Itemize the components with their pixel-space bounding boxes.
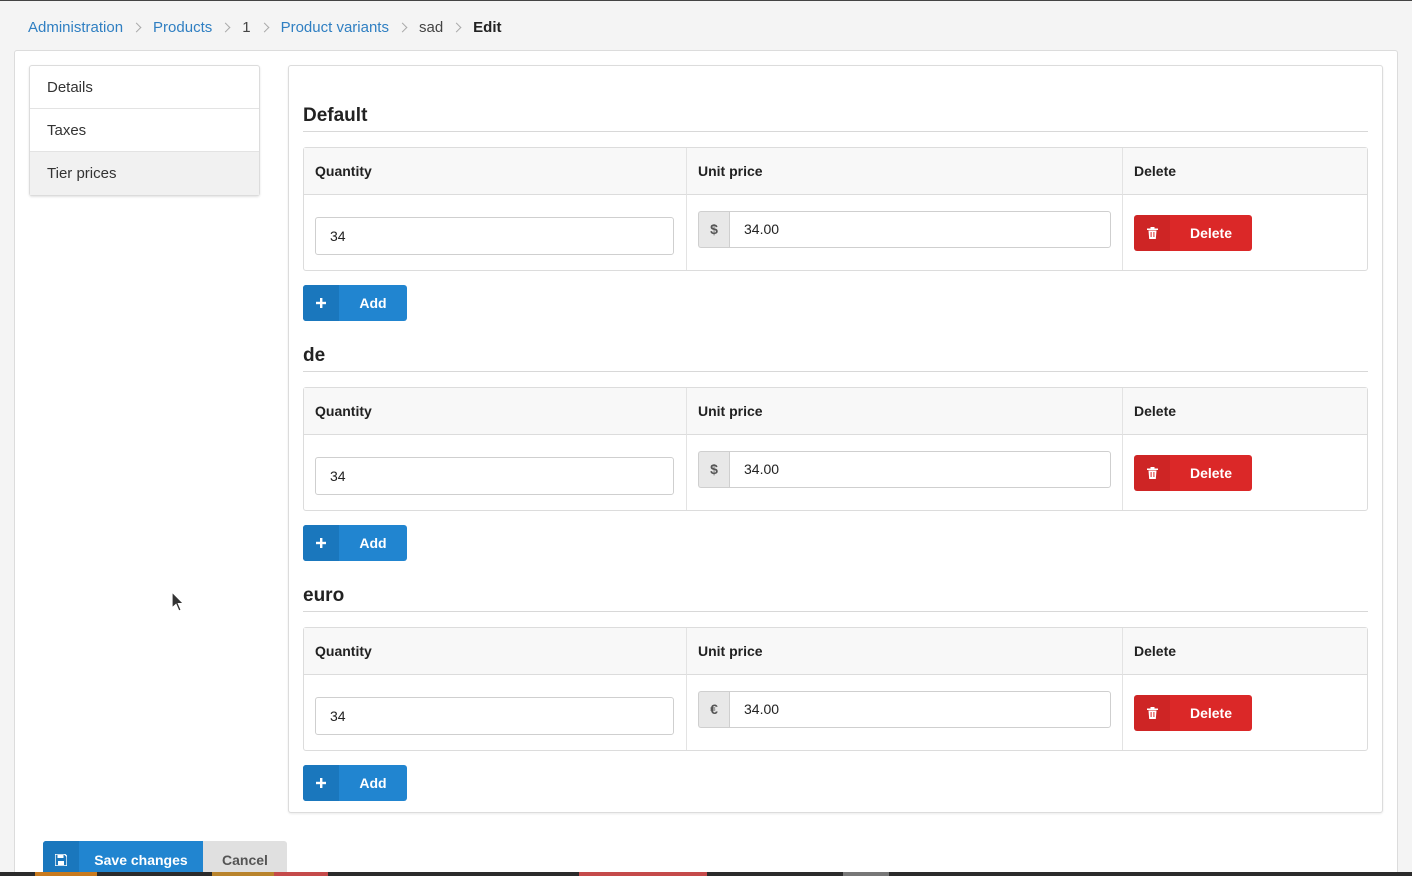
cancel-button[interactable]: Cancel [203,841,287,876]
channel-section-de: de Quantity Unit price Delete $ [303,344,1368,561]
save-changes-button[interactable]: Save changes [43,841,203,876]
channel-heading: de [303,344,1368,372]
quantity-input[interactable] [315,696,674,735]
table-row: € Delete [304,675,1367,750]
unit-price-input[interactable] [729,450,1111,488]
tier-price-table: Quantity Unit price Delete $ [303,147,1368,271]
currency-label: € [698,690,729,728]
tier-prices-panel: Default Quantity Unit price Delete $ [288,65,1383,813]
add-tier-price-button[interactable]: Add [303,285,407,321]
quantity-input[interactable] [315,216,674,255]
delete-button-label: Delete [1189,704,1233,721]
channel-section-euro: euro Quantity Unit price Delete € [303,584,1368,801]
side-menu-item-details[interactable]: Details [30,66,259,109]
delete-button[interactable]: Delete [1134,454,1252,491]
chevron-right-icon [131,22,142,33]
delete-header: Delete [1122,148,1367,195]
add-button-label: Add [359,775,387,791]
quantity-input[interactable] [315,456,674,495]
breadcrumb-products-link[interactable]: Products [153,19,212,36]
chevron-right-icon [397,22,408,33]
tier-price-table: Quantity Unit price Delete $ [303,387,1368,511]
unit-price-input[interactable] [729,690,1111,728]
delete-header: Delete [1122,628,1367,675]
breadcrumb-current: Edit [473,19,502,36]
side-menu-item-taxes[interactable]: Taxes [30,109,259,152]
plus-icon [303,765,339,801]
delete-button-label: Delete [1189,464,1233,481]
breadcrumb-product-variants-link[interactable]: Product variants [281,19,389,36]
table-row: $ Delete [304,435,1367,510]
side-menu-item-tier-prices[interactable]: Tier prices [30,152,259,195]
unit-price-input[interactable] [729,210,1111,248]
unit-price-header: Unit price [686,628,1122,675]
unit-price-header: Unit price [686,148,1122,195]
chevron-right-icon [259,22,270,33]
chevron-right-icon [451,22,462,33]
delete-header: Delete [1122,388,1367,435]
side-menu: Details Taxes Tier prices [29,65,260,196]
table-row: $ Delete [304,195,1367,270]
currency-label: $ [698,210,729,248]
breadcrumb: Administration Products 1 Product varian… [28,19,502,36]
quantity-header: Quantity [304,148,686,195]
add-button-label: Add [359,295,387,311]
unit-price-header: Unit price [686,388,1122,435]
channel-heading: Default [303,104,1368,132]
plus-icon [303,285,339,321]
breadcrumb-variant: sad [418,19,444,36]
unit-price-field: $ [698,450,1111,488]
channel-section-default: Default Quantity Unit price Delete $ [303,104,1368,321]
taskbar [0,872,1412,876]
delete-button-label: Delete [1189,224,1233,241]
trash-icon [1134,694,1170,731]
mouse-cursor-icon [171,590,185,618]
quantity-header: Quantity [304,388,686,435]
unit-price-field: € [698,690,1111,728]
cancel-button-label: Cancel [222,852,268,868]
plus-icon [303,525,339,561]
save-button-label: Save changes [94,852,188,868]
chevron-right-icon [220,22,231,33]
add-button-label: Add [359,535,387,551]
unit-price-field: $ [698,210,1111,248]
channel-heading: euro [303,584,1368,612]
add-tier-price-button[interactable]: Add [303,525,407,561]
quantity-header: Quantity [304,628,686,675]
tier-price-table: Quantity Unit price Delete € [303,627,1368,751]
trash-icon [1134,454,1170,491]
add-tier-price-button[interactable]: Add [303,765,407,801]
delete-button[interactable]: Delete [1134,214,1252,251]
trash-icon [1134,214,1170,251]
breadcrumb-administration-link[interactable]: Administration [28,19,123,36]
delete-button[interactable]: Delete [1134,694,1252,731]
currency-label: $ [698,450,729,488]
save-icon [43,841,79,876]
breadcrumb-product-id: 1 [242,19,251,36]
